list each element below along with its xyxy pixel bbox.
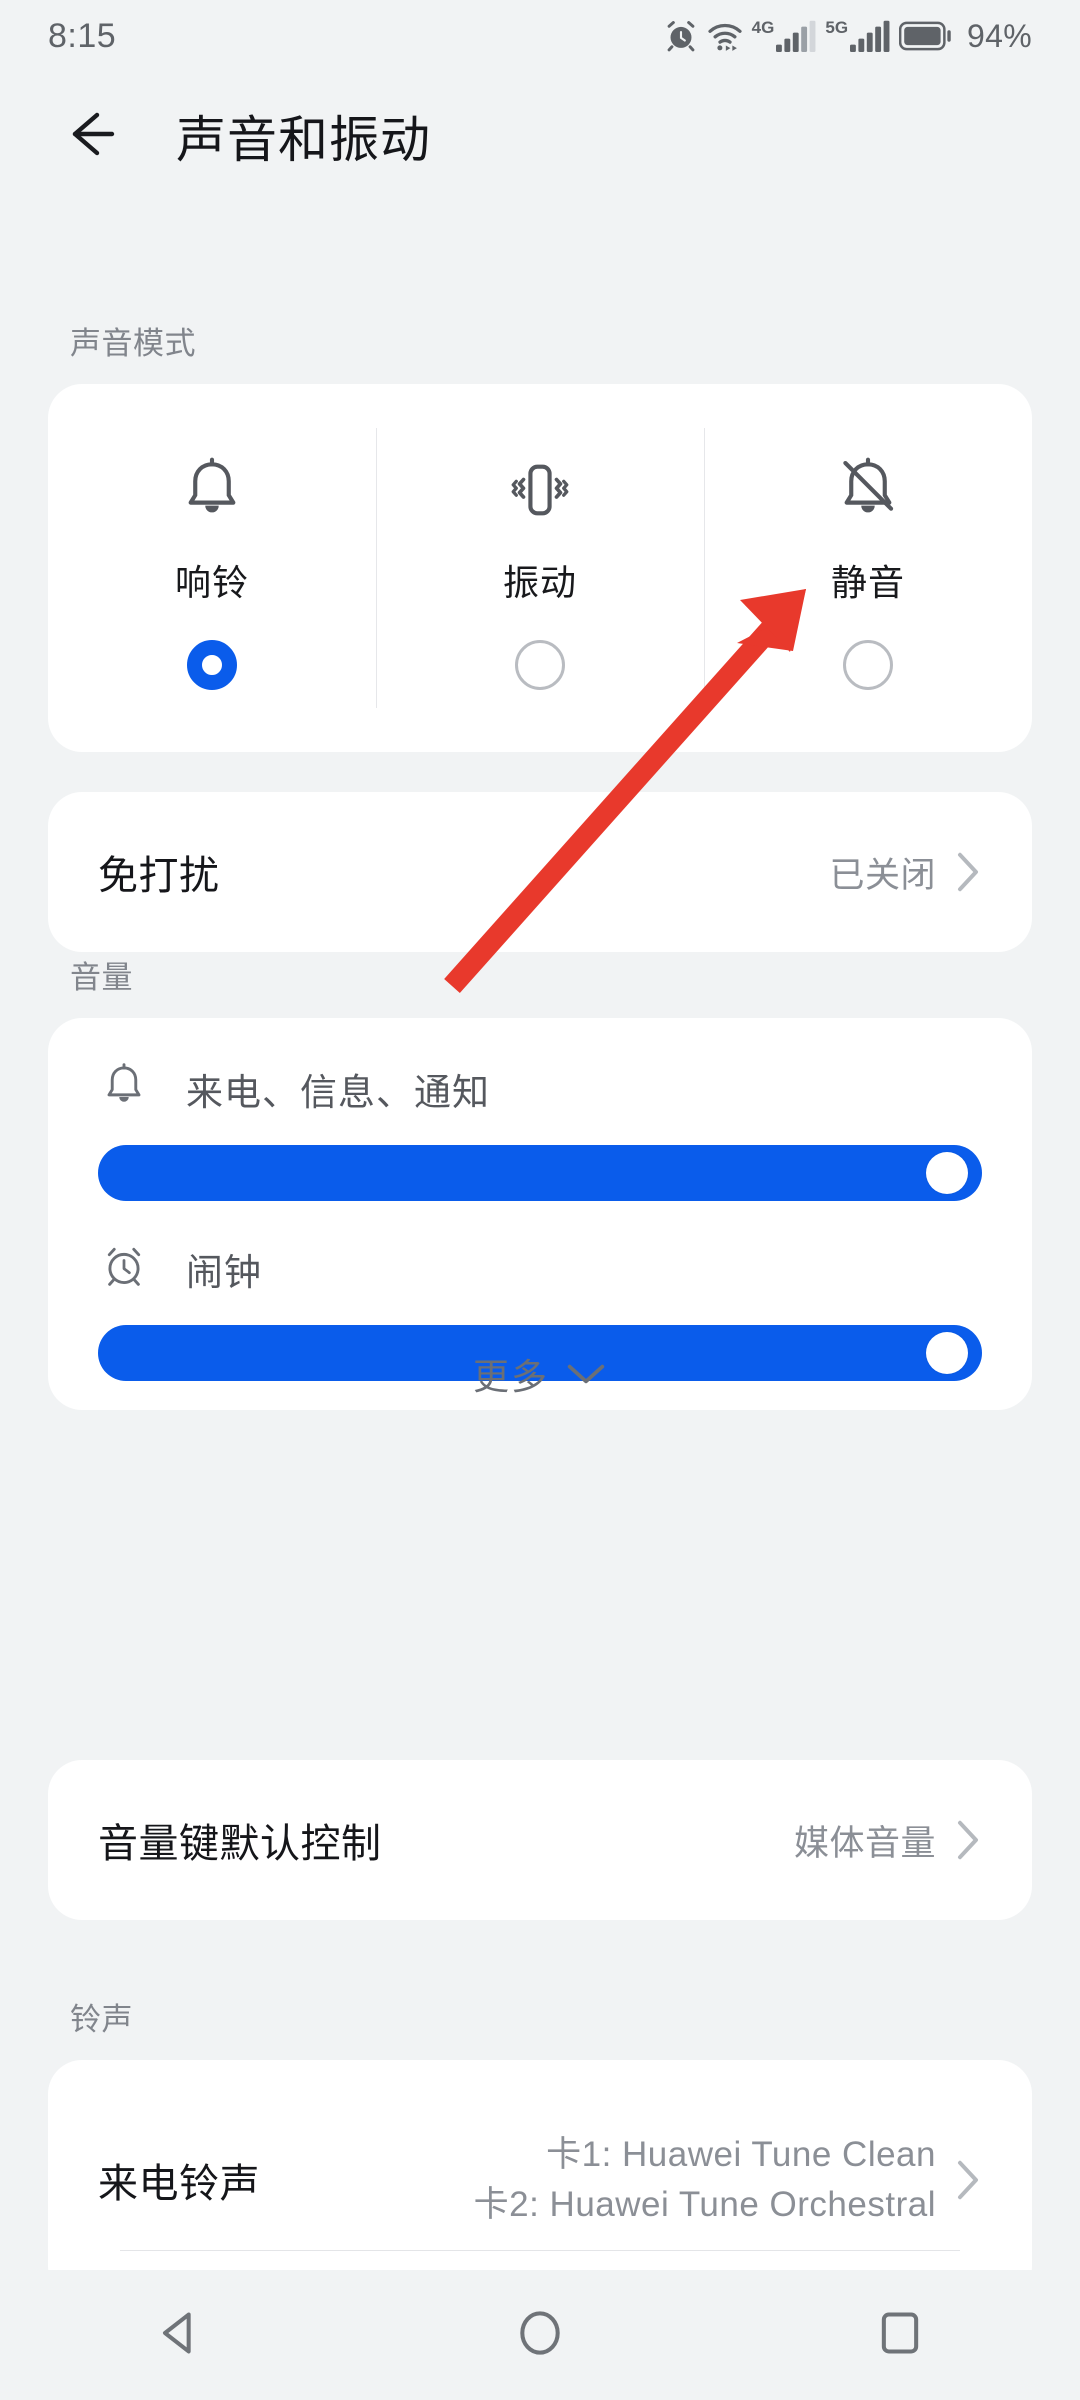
bell-icon bbox=[98, 1060, 150, 1117]
ringtone-sim2-value: 卡2: Huawei Tune Orchestral bbox=[473, 2185, 936, 2224]
radio-silent[interactable] bbox=[843, 640, 893, 690]
sound-mode-option-ring[interactable]: 响铃 bbox=[48, 384, 376, 752]
list-divider bbox=[120, 2250, 960, 2251]
section-label-volume: 音量 bbox=[70, 960, 133, 995]
ringtone-value: 卡1: Huawei Tune Clean 卡2: Huawei Tune Or… bbox=[474, 2130, 936, 2229]
nav-back-icon bbox=[155, 2308, 205, 2363]
dnd-title: 免打扰 bbox=[98, 854, 220, 898]
status-icon-group: 4G 5G 94% bbox=[664, 18, 1032, 55]
signal-4g-label: 4G bbox=[751, 18, 775, 37]
signal-4g-icon: 4G bbox=[752, 19, 817, 53]
page-title: 声音和振动 bbox=[176, 112, 431, 168]
bell-icon bbox=[175, 448, 249, 532]
volume-key-value: 媒体音量 bbox=[793, 1823, 936, 1863]
status-bar: 8:15 4G 5G 94% bbox=[0, 0, 1080, 72]
sound-mode-label: 静音 bbox=[830, 562, 905, 603]
navigation-bar bbox=[0, 2270, 1080, 2400]
radio-ring[interactable] bbox=[187, 640, 237, 690]
nav-recents-button[interactable] bbox=[830, 2270, 970, 2400]
arrow-left-icon bbox=[58, 102, 122, 171]
ringtone-title: 来电铃声 bbox=[98, 2162, 260, 2206]
ringtone-sim1-value: 卡1: Huawei Tune Clean bbox=[546, 2135, 936, 2175]
volume-item-header: 来电、信息、通知 bbox=[48, 1060, 1032, 1117]
dnd-value: 已关闭 bbox=[829, 855, 936, 895]
volume-key-title: 音量键默认控制 bbox=[98, 1822, 382, 1866]
volume-more-label: 更多 bbox=[472, 1356, 549, 1397]
volume-label: 来电、信息、通知 bbox=[186, 1071, 490, 1113]
chevron-right-icon bbox=[954, 2158, 982, 2202]
volume-card: 来电、信息、通知 闹钟 更多 bbox=[48, 1018, 1032, 1410]
sound-mode-label: 响铃 bbox=[174, 562, 249, 603]
alarm-icon bbox=[664, 19, 698, 53]
volume-slider-ring[interactable] bbox=[98, 1145, 982, 1201]
radio-vibrate[interactable] bbox=[515, 640, 565, 690]
nav-home-button[interactable] bbox=[470, 2270, 610, 2400]
battery-icon bbox=[899, 21, 951, 51]
nav-back-button[interactable] bbox=[110, 2270, 250, 2400]
bell-slash-icon bbox=[831, 448, 905, 532]
app-bar: 声音和振动 bbox=[0, 72, 1080, 200]
chevron-down-icon bbox=[565, 1361, 607, 1387]
wifi-icon bbox=[707, 19, 743, 53]
sound-mode-option-silent[interactable]: 静音 bbox=[704, 384, 1032, 752]
ringtone-row[interactable]: 来电铃声 卡1: Huawei Tune Clean 卡2: Huawei Tu… bbox=[48, 2060, 1032, 2300]
section-label-sound-mode: 声音模式 bbox=[70, 326, 196, 361]
nav-recents-icon bbox=[875, 2308, 925, 2363]
volume-key-row[interactable]: 音量键默认控制 媒体音量 bbox=[48, 1760, 1032, 1920]
signal-5g-label: 5G bbox=[825, 18, 849, 37]
nav-home-icon bbox=[515, 2308, 565, 2363]
sound-mode-card: 响铃 振动 静音 bbox=[48, 384, 1032, 752]
chevron-right-icon bbox=[954, 1818, 982, 1862]
vibrate-icon bbox=[503, 448, 577, 532]
chevron-right-icon bbox=[954, 850, 982, 894]
volume-item-header: 闹钟 bbox=[48, 1240, 1032, 1297]
status-time: 8:15 bbox=[48, 16, 117, 55]
volume-label: 闹钟 bbox=[186, 1251, 262, 1293]
volume-item-ring: 来电、信息、通知 bbox=[48, 1060, 1032, 1201]
phone-screen: 8:15 4G 5G 94% 声音和振动 声音模式 响铃 振动 静音 免打扰 已… bbox=[0, 0, 1080, 2400]
dnd-row[interactable]: 免打扰 已关闭 bbox=[48, 792, 1032, 952]
sound-mode-option-vibrate[interactable]: 振动 bbox=[376, 384, 704, 752]
signal-5g-icon: 5G bbox=[825, 19, 890, 53]
volume-more-button[interactable]: 更多 bbox=[48, 1338, 1032, 1410]
back-button[interactable] bbox=[56, 102, 124, 170]
slider-thumb[interactable] bbox=[925, 1152, 968, 1194]
alarm-icon bbox=[98, 1240, 150, 1297]
sound-mode-label: 振动 bbox=[502, 562, 577, 603]
battery-percent: 94% bbox=[967, 17, 1032, 54]
section-label-ringtone: 铃声 bbox=[70, 2002, 133, 2037]
